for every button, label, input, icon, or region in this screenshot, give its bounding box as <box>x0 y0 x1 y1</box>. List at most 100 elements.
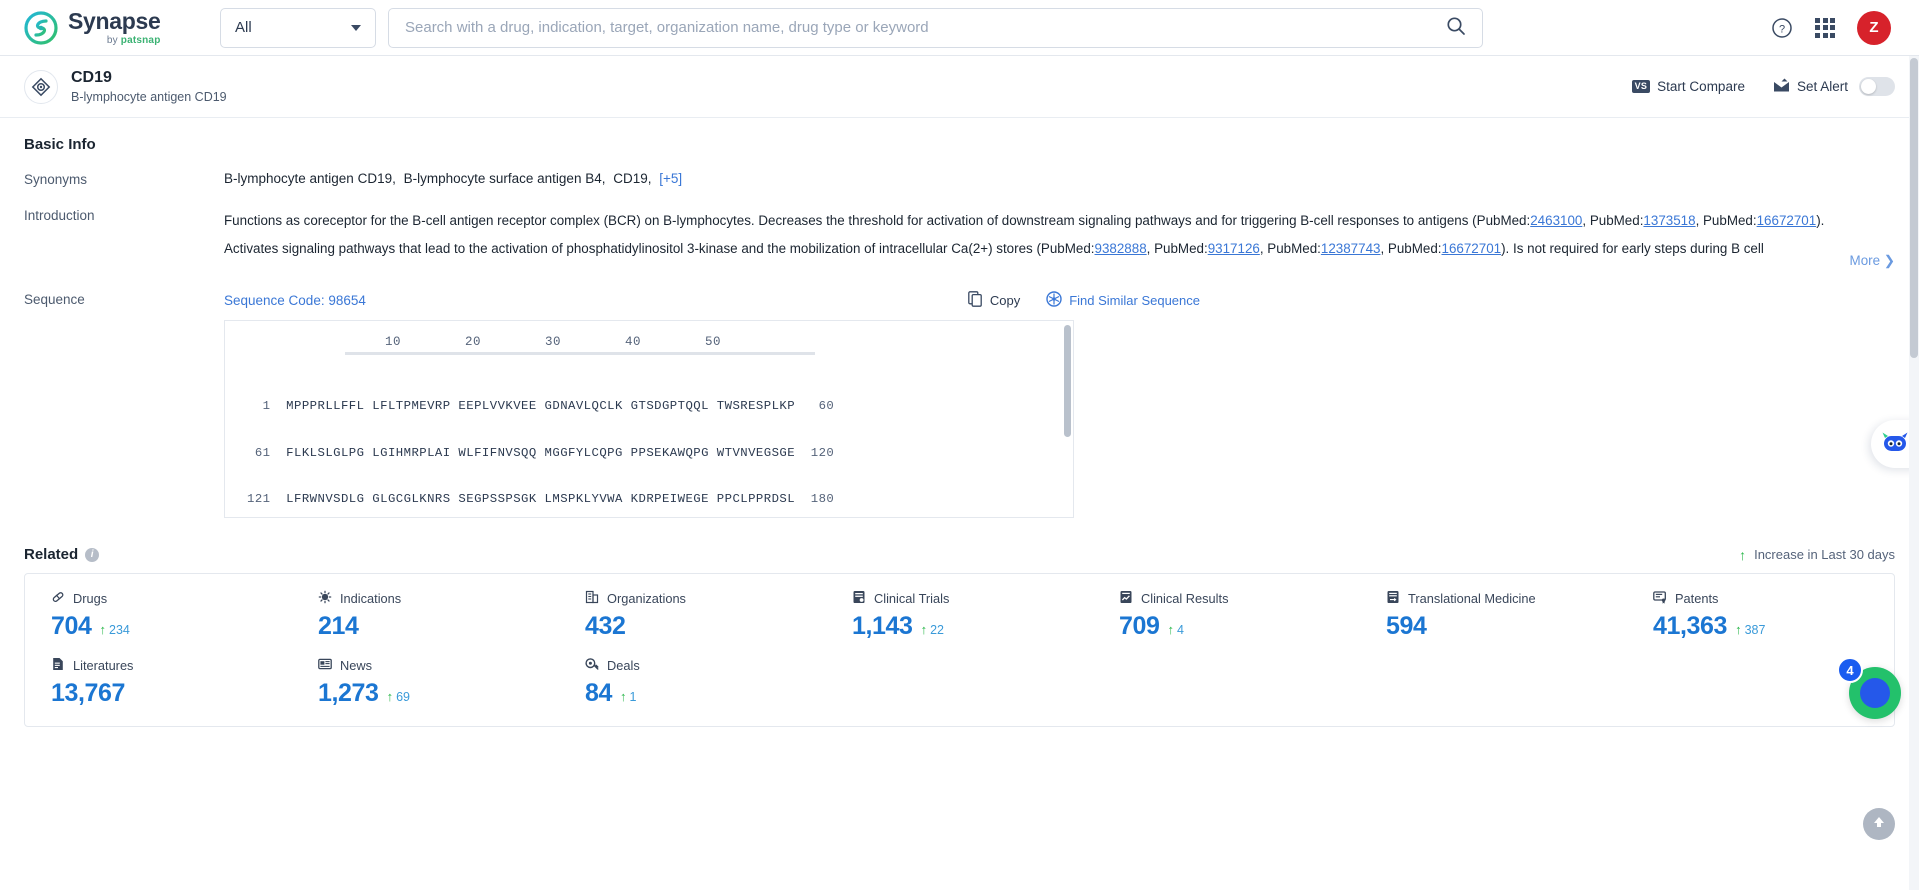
building-icon <box>585 590 599 607</box>
info-icon[interactable]: i <box>85 547 100 562</box>
robot-assistant-icon <box>1881 430 1909 459</box>
page-scrollbar[interactable] <box>1909 56 1919 890</box>
seq-end-index: 180 <box>810 492 835 507</box>
synonyms-label: Synonyms <box>24 172 88 187</box>
search-button[interactable] <box>1430 9 1482 47</box>
stat-value-row: 13,767 <box>51 679 292 708</box>
stat-value: 1,273 <box>318 679 379 707</box>
seq-residues: LFRWNVSDLG GLGCGLKNRS SEGPSSPSGK LMSPKLY… <box>286 492 796 507</box>
stat-delta: ↑ 4 <box>1167 622 1184 637</box>
arrow-up-icon: ↑ <box>386 689 394 704</box>
search-input[interactable] <box>389 8 1430 47</box>
apps-grid-icon[interactable] <box>1815 17 1835 38</box>
stat-label: Patents <box>1653 590 1894 607</box>
pubmed-link[interactable]: 1373518 <box>1643 213 1695 228</box>
introduction-row: Introduction Functions as coreceptor for… <box>24 193 1895 275</box>
stat-drugs[interactable]: Drugs 704 ↑ 234 <box>25 590 292 641</box>
introduction-more-link[interactable]: More ❯ <box>1847 253 1895 269</box>
set-alert-toggle[interactable] <box>1859 77 1895 96</box>
pubmed-link[interactable]: 16672701 <box>1442 241 1502 256</box>
stat-delta-value: 4 <box>1177 623 1184 637</box>
sequence-value: Sequence Code: 98654 Copy Find Similar S… <box>224 291 1895 518</box>
sequence-code-link[interactable]: Sequence Code: 98654 <box>224 293 366 308</box>
stat-news[interactable]: News 1,273 ↑ 69 <box>292 657 559 708</box>
sequence-line: 1 MPPPRLLFFL LFLTPMEVRP EEPLVVKVEE GDNAV… <box>247 397 1073 416</box>
stat-label: Clinical Results <box>1119 590 1360 607</box>
sequence-rows: 1 MPPPRLLFFL LFLTPMEVRP EEPLVVKVEE GDNAV… <box>225 369 1073 517</box>
stat-delta-value: 69 <box>396 690 410 704</box>
sequence-header: Sequence Code: 98654 Copy Find Similar S… <box>224 291 1895 310</box>
seq-residues: MPPPRLLFFL LFLTPMEVRP EEPLVVKVEE GDNAVLQ… <box>286 399 796 413</box>
top-navigation-bar: Synapse by patsnap All ? Z <box>0 0 1919 56</box>
brand-name: Synapse <box>68 7 161 34</box>
pubmed-link[interactable]: 16672701 <box>1757 213 1817 228</box>
chat-unread-badge[interactable]: 4 <box>1837 657 1863 683</box>
stat-value: 214 <box>318 612 359 640</box>
stat-delta-value: 22 <box>930 623 944 637</box>
pubmed-link[interactable]: 9317126 <box>1208 241 1260 256</box>
stat-patents[interactable]: Patents 41,363 ↑ 387 <box>1627 590 1894 641</box>
pubmed-link[interactable]: 12387743 <box>1321 241 1381 256</box>
chat-bubble-icon <box>1860 678 1890 708</box>
brand-logo-area[interactable]: Synapse by patsnap <box>24 7 184 46</box>
sequence-ruler: 10 20 30 40 50 <box>321 335 722 349</box>
stat-label-text: Patents <box>1675 591 1719 606</box>
seq-end-index: 60 <box>810 399 835 413</box>
vs-icon: VS <box>1631 80 1651 93</box>
search-scope-select[interactable]: All <box>220 7 376 48</box>
avatar[interactable]: Z <box>1857 10 1891 45</box>
pubmed-link[interactable]: 9317126 <box>487 268 539 269</box>
scroll-to-top-button[interactable] <box>1863 808 1895 840</box>
page-scrollbar-thumb[interactable] <box>1910 58 1918 358</box>
sequence-scrollbar[interactable] <box>1064 325 1071 437</box>
stat-delta: ↑ 22 <box>921 622 944 637</box>
stat-clinical-results[interactable]: Clinical Results 709 ↑ 4 <box>1093 590 1360 641</box>
stat-value-row: 432 <box>585 612 826 641</box>
stat-label-text: Literatures <box>73 658 134 673</box>
stat-delta: ↑ 387 <box>1735 622 1765 637</box>
sequence-viewer[interactable]: 10 20 30 40 50 1 MPPPRLLFFL LFLTPMEVRP E… <box>224 320 1074 518</box>
find-similar-label: Find Similar Sequence <box>1069 293 1200 308</box>
stat-clinical-trials[interactable]: Clinical Trials 1,143 ↑ 22 <box>826 590 1093 641</box>
help-icon[interactable]: ? <box>1771 17 1793 39</box>
stat-label: News <box>318 657 559 674</box>
pubmed-link[interactable]: 9382888 <box>1095 241 1147 256</box>
start-compare-button[interactable]: VS Start Compare <box>1631 79 1745 94</box>
stat-value: 432 <box>585 612 626 640</box>
literature-icon <box>51 657 65 674</box>
stat-indications[interactable]: Indications 214 <box>292 590 559 641</box>
target-icon <box>24 69 58 104</box>
stat-delta: ↑ 234 <box>100 622 130 637</box>
synonym-item: B-lymphocyte surface antigen B4, <box>403 171 606 186</box>
sequence-row: Sequence Sequence Code: 98654 Copy Find … <box>24 275 1895 524</box>
search-icon <box>1446 16 1466 39</box>
stat-label: Clinical Trials <box>852 590 1093 607</box>
stat-label-text: News <box>340 658 372 673</box>
copy-sequence-button[interactable]: Copy <box>967 291 1020 310</box>
stat-organizations[interactable]: Organizations 432 <box>559 590 826 641</box>
stat-value-row: 709 ↑ 4 <box>1119 612 1360 641</box>
news-icon <box>318 657 332 674</box>
stat-literatures[interactable]: Literatures 13,767 <box>25 657 292 708</box>
set-alert-control[interactable]: Set Alert <box>1773 77 1895 96</box>
stat-translational-medicine[interactable]: Translational Medicine 594 <box>1360 590 1627 641</box>
stat-value: 41,363 <box>1653 612 1728 640</box>
entity-header-bar: CD19 B-lymphocyte antigen CD19 VS Start … <box>0 56 1919 118</box>
sequence-line: 121 LFRWNVSDLG GLGCGLKNRS SEGPSSPSGK LMS… <box>247 490 1073 509</box>
brand-text: Synapse by patsnap <box>68 7 161 46</box>
entity-text: CD19 B-lymphocyte antigen CD19 <box>71 68 227 105</box>
synonyms-more-link[interactable]: [+5] <box>659 171 682 186</box>
stat-deals[interactable]: Deals 84 ↑ 1 <box>559 657 826 708</box>
global-search-box[interactable] <box>388 7 1483 48</box>
increase-legend: ↑ Increase in Last 30 days <box>1739 547 1895 562</box>
stat-label: Translational Medicine <box>1386 590 1627 607</box>
stat-label: Indications <box>318 590 559 607</box>
stat-value: 704 <box>51 612 92 640</box>
pubmed-link[interactable]: 2463100 <box>1530 213 1582 228</box>
find-similar-sequence-button[interactable]: Find Similar Sequence <box>1046 291 1200 310</box>
arrow-up-icon: ↑ <box>1167 622 1175 637</box>
stat-value: 594 <box>1386 612 1427 640</box>
stat-value-row: 704 ↑ 234 <box>51 612 292 641</box>
stat-label: Literatures <box>51 657 292 674</box>
sequence-label: Sequence <box>24 292 85 307</box>
